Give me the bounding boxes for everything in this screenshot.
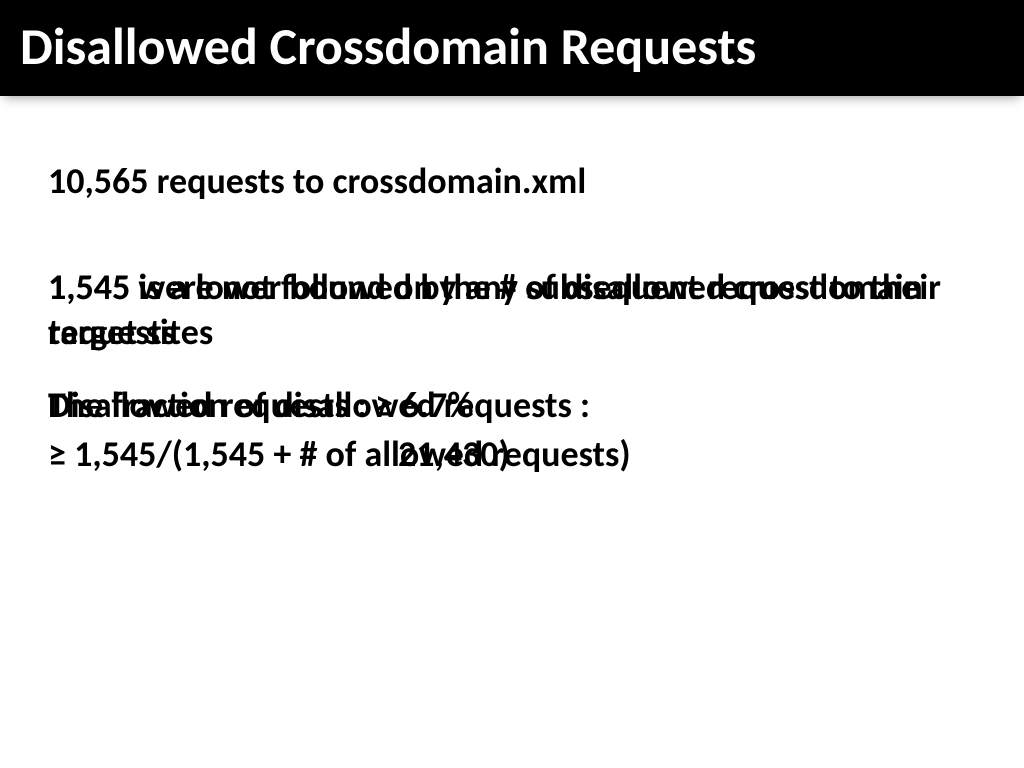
slide: Disallowed Crossdomain Requests 10,565 r… — [0, 0, 1024, 768]
stat-line-1: 10,565 requests to crossdomain.xml — [48, 160, 976, 203]
layerA-p1-text: 1,545 were not followed by any subsequen… — [48, 265, 941, 354]
slide-title: Disallowed Crossdomain Requests — [20, 14, 1004, 78]
layerB-para3: ≥ 1,545/(1,545 + # of allowed requests) — [48, 432, 976, 477]
title-bar: Disallowed Crossdomain Requests — [0, 0, 1024, 96]
layerA-para3: 21,430) — [398, 432, 510, 477]
text-layer-front: 1,545 were not followed by any subsequen… — [48, 265, 976, 432]
layerA-para2: Disallowed requests : ≥ 6.7% — [48, 383, 473, 428]
layerA-para1: 1,545 were not followed by any subsequen… — [48, 265, 976, 355]
content-area: 10,565 requests to crossdomain.xml — [48, 160, 976, 203]
